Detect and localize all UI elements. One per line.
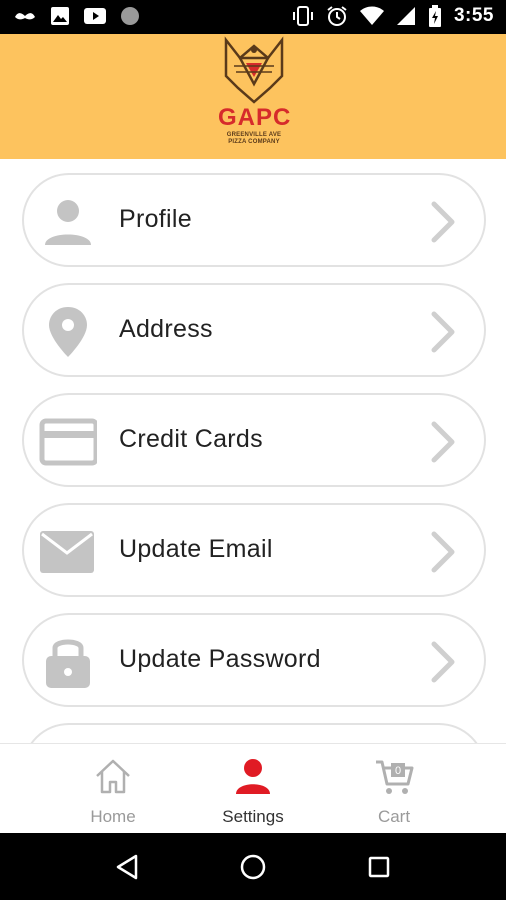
- logo-emblem: [224, 36, 284, 104]
- system-nav-bar: [0, 833, 506, 900]
- system-status: 3:55: [292, 5, 494, 27]
- chevron-right-icon: [431, 311, 455, 353]
- settings-menu: Profile Address Credit Cards Update Emai…: [0, 159, 506, 743]
- chevron-right-icon: [431, 421, 455, 463]
- nav-label-cart: Cart: [377, 807, 411, 826]
- menu-item-label: Update Email: [119, 535, 273, 563]
- menu-item-profile[interactable]: Profile: [22, 173, 486, 267]
- vibrate-icon: [292, 6, 313, 26]
- logo-subtext-line2: PIZZA COMPANY: [228, 139, 280, 145]
- menu-item-partial[interactable]: [22, 723, 486, 743]
- lock-icon: [46, 639, 90, 688]
- gapc-logo: GAPC GREENVILLE AVE PIZZA COMPANY: [218, 36, 290, 154]
- mail-icon: [40, 531, 94, 573]
- chevron-right-icon: [431, 201, 455, 243]
- nav-label-settings: Settings: [222, 807, 284, 826]
- menu-item-label: Profile: [119, 205, 192, 233]
- nav-label-home: Home: [90, 807, 136, 826]
- mustache-icon: [15, 13, 35, 20]
- menu-item-label: Update Password: [119, 645, 321, 673]
- logo-subtext: GREENVILLE AVE PIZZA COMPANY: [218, 132, 290, 146]
- chevron-right-icon: [431, 641, 455, 683]
- menu-item-update-email[interactable]: Update Email: [22, 503, 486, 597]
- menu-item-credit-cards[interactable]: Credit Cards: [22, 393, 486, 487]
- signal-icon: [396, 7, 415, 25]
- cart-badge-count: 0: [395, 765, 401, 777]
- status-bar: 3:55: [0, 0, 506, 34]
- bottom-nav: Home Settings 0 Cart: [0, 743, 506, 833]
- recents-icon[interactable]: [364, 852, 394, 882]
- back-icon[interactable]: [112, 852, 142, 882]
- youtube-icon: [84, 8, 106, 24]
- nav-settings[interactable]: Settings: [193, 744, 313, 834]
- logo-wordmark: GAPC: [218, 104, 292, 131]
- nav-home[interactable]: Home: [53, 744, 173, 834]
- alarm-icon: [327, 6, 347, 26]
- menu-item-update-password[interactable]: Update Password: [22, 613, 486, 707]
- person-icon: [45, 200, 91, 245]
- home-icon: [96, 759, 130, 794]
- image-icon: [51, 7, 69, 25]
- chevron-right-icon: [431, 531, 455, 573]
- notification-icons: [14, 6, 140, 26]
- wifi-icon: [359, 6, 384, 25]
- menu-item-address[interactable]: Address: [22, 283, 486, 377]
- menu-item-label: Credit Cards: [119, 425, 263, 453]
- app-header: GAPC GREENVILLE AVE PIZZA COMPANY: [0, 34, 506, 159]
- clock: 3:55: [453, 5, 494, 26]
- home-button-icon[interactable]: [238, 852, 268, 882]
- menu-item-label: Address: [119, 315, 213, 343]
- credit-card-icon: [39, 418, 97, 466]
- location-pin-icon: [49, 307, 87, 357]
- circle-icon: [121, 7, 139, 25]
- nav-cart[interactable]: 0 Cart: [334, 744, 454, 834]
- battery-icon: [428, 5, 441, 27]
- logo-subtext-line1: GREENVILLE AVE: [226, 132, 282, 138]
- cart-icon: 0: [376, 760, 414, 794]
- settings-person-icon: [236, 759, 270, 794]
